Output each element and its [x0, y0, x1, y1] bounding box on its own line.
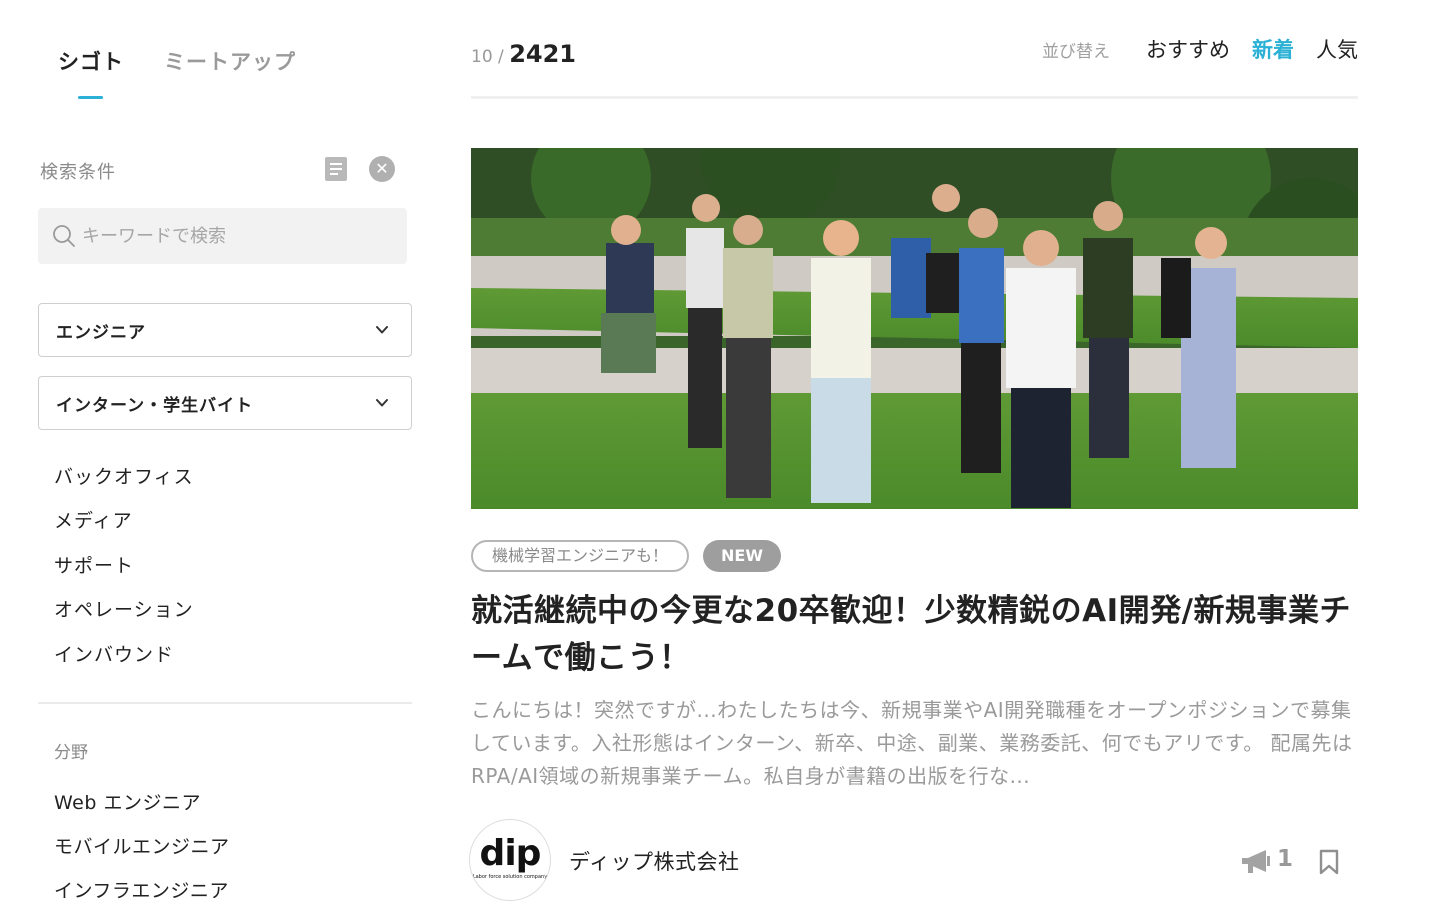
- header-divider: [471, 96, 1358, 99]
- chevron-down-icon: [376, 326, 388, 334]
- job-title[interactable]: 就活継続中の今更な20卒歓迎！少数精鋭のAI開発/新規事業チームで働こう！: [471, 588, 1351, 682]
- category-option[interactable]: インバウンド: [54, 640, 194, 684]
- result-separator: /: [498, 47, 504, 67]
- company-logo-text: dip: [479, 833, 542, 874]
- company-name[interactable]: ディップ株式会社: [569, 846, 740, 876]
- chevron-down-icon: [376, 399, 388, 407]
- job-type-select-value: エンジニア: [56, 323, 146, 343]
- sidebar-divider: [38, 702, 412, 704]
- field-option[interactable]: インフラエンジニア: [54, 876, 230, 920]
- field-option[interactable]: モバイルエンジニア: [54, 832, 230, 876]
- search-input[interactable]: [82, 208, 392, 264]
- sidebar: シゴト ミートアップ 検索条件 ✕ エンジニア インターン・学生バイト バックオ…: [0, 0, 440, 924]
- sort-label: 並び替え: [1042, 42, 1110, 62]
- bookmark-icon[interactable]: [1318, 849, 1340, 875]
- active-tab-indicator: [78, 96, 103, 99]
- category-option[interactable]: メディア: [54, 506, 194, 550]
- search-icon: [53, 225, 75, 247]
- field-option[interactable]: Web エンジニア: [54, 788, 230, 832]
- job-type-select[interactable]: エンジニア: [38, 303, 412, 357]
- field-options: Web エンジニア モバイルエンジニア インフラエンジニア: [54, 788, 230, 920]
- sort-recommended[interactable]: おすすめ: [1146, 34, 1230, 64]
- tab-meetup[interactable]: ミートアップ: [164, 46, 296, 76]
- search-conditions-label: 検索条件: [40, 162, 116, 183]
- document-icon[interactable]: [325, 157, 347, 181]
- sort-bar: 並び替え おすすめ 新着 人気: [1042, 34, 1358, 64]
- tab-shigoto[interactable]: シゴト: [58, 46, 124, 76]
- job-cover-image[interactable]: [471, 148, 1358, 509]
- search-box: [38, 208, 407, 264]
- sort-popular[interactable]: 人気: [1316, 34, 1358, 64]
- search-conditions-header: 検索条件 ✕: [40, 156, 400, 184]
- megaphone-icon[interactable]: [1240, 848, 1272, 876]
- result-count: 10 / 2421: [471, 40, 576, 68]
- company-logo[interactable]: dip Labor force solution company: [469, 819, 551, 901]
- new-badge: NEW: [703, 540, 781, 572]
- cheer-count: 1: [1277, 846, 1294, 872]
- result-shown: 10: [471, 47, 493, 67]
- category-option[interactable]: オペレーション: [54, 595, 194, 639]
- sort-newest[interactable]: 新着: [1252, 34, 1294, 64]
- category-options: バックオフィス メディア サポート オペレーション インバウンド: [54, 462, 194, 684]
- category-option[interactable]: サポート: [54, 551, 194, 595]
- category-option[interactable]: バックオフィス: [54, 462, 194, 506]
- job-description: こんにちは！突然ですが...わたしたちは今、新規事業やAI開発職種をオープンポジ…: [471, 698, 1353, 788]
- employment-type-select-value: インターン・学生バイト: [56, 396, 254, 416]
- sidebar-tabs: シゴト ミートアップ: [58, 46, 296, 76]
- job-tags: 機械学習エンジニアも！ NEW: [471, 540, 781, 572]
- field-section-label: 分野: [54, 743, 88, 763]
- result-total: 2421: [509, 40, 576, 68]
- clear-icon[interactable]: ✕: [369, 156, 395, 182]
- employment-type-select[interactable]: インターン・学生バイト: [38, 376, 412, 430]
- company-logo-tagline: Labor force solution company: [472, 874, 548, 880]
- feature-tag[interactable]: 機械学習エンジニアも！: [471, 540, 690, 572]
